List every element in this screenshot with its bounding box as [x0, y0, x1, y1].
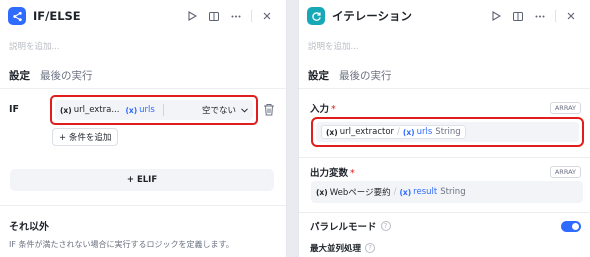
- input-source: url_extractor: [339, 127, 395, 137]
- section-divider: [299, 212, 590, 213]
- add-elif-button[interactable]: + ELIF: [10, 169, 274, 191]
- condition-row[interactable]: (x) url_extra... (x) urls 空でない: [50, 95, 258, 125]
- input-variable: urls: [416, 127, 433, 137]
- variable-icon: (x): [402, 127, 415, 137]
- chevron-down-icon: [241, 107, 248, 113]
- tab-settings[interactable]: 設定: [9, 68, 30, 83]
- chip-separator: /: [393, 187, 397, 197]
- tab-settings[interactable]: 設定: [308, 68, 329, 83]
- run-icon[interactable]: [181, 7, 203, 25]
- output-label-text: 出力変数: [310, 168, 349, 179]
- max-parallel-label: 最大並列処理: [310, 244, 362, 254]
- else-description: IF 条件が満たされない場合に実行するロジックを定義します。: [9, 240, 234, 249]
- variable-icon: (x): [399, 187, 412, 197]
- header-divider: [251, 10, 252, 22]
- input-type-badge: ARRAY: [549, 102, 581, 114]
- parallel-mode-toggle[interactable]: [561, 220, 581, 232]
- tab-bar: 設定 最後の実行: [9, 68, 93, 83]
- section-divider: [0, 205, 286, 206]
- input-label-text: 入力: [310, 104, 330, 115]
- more-icon[interactable]: [225, 7, 247, 25]
- help-icon[interactable]: ?: [380, 221, 391, 231]
- condition-divider: [162, 104, 164, 116]
- output-variable: result: [413, 187, 438, 197]
- condition-variable[interactable]: (x) url_extra...: [60, 105, 119, 115]
- required-mark: *: [350, 168, 355, 179]
- iteration-panel: イテレーション 説明を追加... 設定 最後の実行 入力 * ARRAY (x) …: [298, 0, 590, 257]
- input-label: 入力 *: [310, 101, 336, 115]
- header-divider: [555, 10, 556, 22]
- delete-condition-icon[interactable]: [263, 103, 277, 117]
- chip-separator: /: [397, 127, 400, 137]
- tab-last-run[interactable]: 最後の実行: [40, 68, 93, 83]
- panel-layout-icon[interactable]: [203, 7, 225, 25]
- iteration-icon: [307, 7, 325, 25]
- if-label: IF: [9, 104, 20, 115]
- output-label: 出力変数 *: [310, 165, 355, 179]
- panel-title: イテレーション: [332, 9, 413, 23]
- variable-icon: (x): [60, 105, 72, 115]
- parallel-mode-row: パラレルモード ?: [310, 219, 581, 233]
- tab-divider: [0, 88, 286, 89]
- variable-icon: (x): [326, 127, 338, 137]
- close-icon[interactable]: [256, 7, 278, 25]
- condition-field[interactable]: (x) urls: [125, 105, 154, 115]
- more-icon[interactable]: [529, 7, 551, 25]
- ifelse-panel: IF/ELSE 説明を追加... 設定 最後の実行 IF (x) url_ext…: [0, 0, 287, 257]
- output-variable-chip[interactable]: (x) Webページ要約 / (x) result String: [316, 186, 466, 198]
- parallel-mode-label: パラレルモード: [310, 222, 377, 233]
- required-mark: *: [331, 104, 336, 115]
- output-type-badge: ARRAY: [549, 166, 581, 178]
- tab-divider: [299, 88, 590, 89]
- operator-select[interactable]: 空でない: [202, 104, 248, 116]
- condition-field-name: urls: [139, 105, 155, 115]
- iteration-header: イテレーション: [307, 6, 582, 26]
- help-icon[interactable]: ?: [365, 243, 376, 253]
- input-variable-chip[interactable]: (x) url_extractor / (x) urls String: [321, 125, 466, 139]
- panel-title: IF/ELSE: [33, 9, 81, 23]
- description-input[interactable]: 説明を追加...: [9, 40, 60, 52]
- output-variable-type: String: [440, 187, 466, 197]
- condition-variable-name: url_extra...: [73, 105, 120, 115]
- description-input[interactable]: 説明を追加...: [308, 40, 359, 52]
- branch-icon: [8, 7, 26, 25]
- output-source: Webページ要約: [329, 188, 391, 198]
- run-icon[interactable]: [485, 7, 507, 25]
- output-variable-field[interactable]: (x) Webページ要約 / (x) result String: [311, 181, 583, 203]
- section-divider: [299, 157, 590, 158]
- add-condition-button[interactable]: + 条件を追加: [52, 128, 119, 146]
- tab-last-run[interactable]: 最後の実行: [339, 68, 392, 83]
- tab-bar: 設定 最後の実行: [308, 68, 392, 83]
- iteration-input-field[interactable]: (x) url_extractor / (x) urls String: [311, 117, 584, 147]
- ifelse-header: IF/ELSE: [8, 6, 278, 26]
- max-parallel-row: 最大並列処理 ?: [310, 242, 581, 254]
- variable-icon: (x): [125, 105, 138, 115]
- else-title: それ以外: [9, 222, 49, 233]
- panel-layout-icon[interactable]: [507, 7, 529, 25]
- close-icon[interactable]: [560, 7, 582, 25]
- input-variable-type: String: [435, 127, 461, 137]
- operator-value: 空でない: [201, 106, 236, 116]
- variable-icon: (x): [316, 187, 328, 197]
